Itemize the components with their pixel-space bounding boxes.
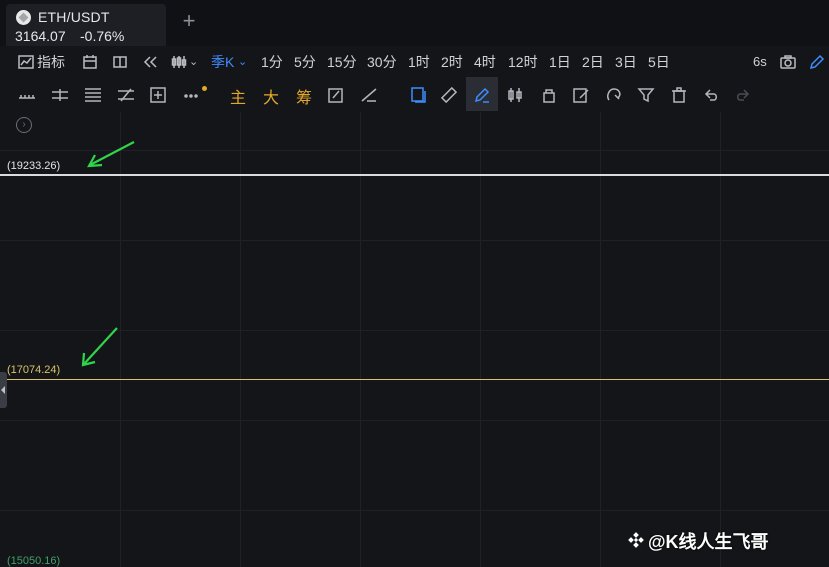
candlestick-type-icon[interactable] <box>170 53 188 71</box>
edit-box-icon[interactable] <box>327 86 345 104</box>
copy-drawing-icon[interactable] <box>409 86 427 104</box>
redo-icon[interactable] <box>734 86 752 104</box>
interval-chevron-down-icon[interactable]: ⌄ <box>238 46 247 78</box>
interval-1d[interactable]: 1日 <box>549 46 571 78</box>
filter-icon[interactable] <box>637 86 655 104</box>
interval-4h[interactable]: 4时 <box>474 46 496 78</box>
notification-dot <box>202 86 207 91</box>
pencil-draw-icon[interactable] <box>808 53 826 71</box>
binance-square-logo-icon <box>628 532 644 548</box>
trash-icon[interactable] <box>670 86 688 104</box>
interval-2d[interactable]: 2日 <box>582 46 604 78</box>
tab-change: -0.76% <box>80 28 125 44</box>
watermark-text: @K线人生飞哥 <box>648 532 769 552</box>
measure-lines-icon[interactable] <box>117 86 135 104</box>
tab-price: 3164.07 <box>15 28 66 44</box>
candlestick-tool-icon[interactable] <box>506 86 524 104</box>
magnet-icon[interactable] <box>605 86 623 104</box>
interval-2h[interactable]: 2时 <box>441 46 463 78</box>
tab-eth-usdt[interactable]: ETH/USDT 3164.07 -0.76% <box>6 4 166 46</box>
layout-split-icon[interactable] <box>111 53 129 71</box>
horizontal-ruler-icon[interactable] <box>18 86 36 104</box>
magic-pen-icon[interactable] <box>473 86 491 104</box>
camera-icon[interactable] <box>779 53 797 71</box>
indicator-chart-icon[interactable] <box>17 53 35 71</box>
annotation-arrow-icon <box>87 141 135 168</box>
indicator-button[interactable]: 指标 <box>37 46 65 78</box>
undo-icon[interactable] <box>702 86 720 104</box>
fib-lines-icon[interactable] <box>84 86 102 104</box>
interval-3d[interactable]: 3日 <box>615 46 637 78</box>
price-level-line-high[interactable] <box>0 174 829 176</box>
ruler-icon[interactable] <box>440 86 458 104</box>
interval-1h[interactable]: 1时 <box>408 46 430 78</box>
parallel-lines-icon[interactable] <box>51 86 69 104</box>
interval-1m[interactable]: 1分 <box>261 46 283 78</box>
chevron-right-circle-icon[interactable]: › <box>16 117 32 133</box>
interval-active-button[interactable]: 季K <box>211 46 234 78</box>
add-tab-icon[interactable]: + <box>178 10 200 32</box>
rewind-icon[interactable] <box>141 53 159 71</box>
more-tools-icon[interactable] <box>182 86 200 104</box>
tool-big[interactable]: 大 <box>263 84 279 108</box>
tab-pair-label: ETH/USDT <box>38 9 110 25</box>
interval-30m[interactable]: 30分 <box>367 46 397 78</box>
interval-12h[interactable]: 12时 <box>508 46 538 78</box>
calendar-icon[interactable] <box>81 53 99 71</box>
chart-type-chevron-icon[interactable]: ⌄ <box>189 46 198 78</box>
binance-coin-icon <box>16 10 31 25</box>
trend-line-icon[interactable] <box>360 86 378 104</box>
interval-toolbar: 指标 ⌄ 季K ⌄ 1分 5分 15分 30分 1时 2时 4时 12时 1日 … <box>0 46 829 78</box>
chart-area[interactable] <box>0 112 829 567</box>
price-level-label-high: (19233.26) <box>7 160 61 172</box>
annotation-arrow-icon <box>81 327 118 367</box>
interval-5m[interactable]: 5分 <box>294 46 316 78</box>
tool-main[interactable]: 主 <box>230 84 246 108</box>
interval-15m[interactable]: 15分 <box>327 46 357 78</box>
price-level-label-low: (15050.16) <box>7 555 61 567</box>
tool-chips[interactable]: 筹 <box>296 84 312 108</box>
tab-bar: ETH/USDT 3164.07 -0.76% + <box>0 0 829 46</box>
price-level-label-mid: (17074.24) <box>7 364 61 376</box>
crosshair-box-icon[interactable] <box>149 86 167 104</box>
refresh-interval-label[interactable]: 6s <box>753 46 767 78</box>
drawing-toolbar: 主 大 筹 <box>0 80 829 110</box>
note-edit-icon[interactable] <box>572 86 590 104</box>
panel-collapse-handle[interactable] <box>0 372 7 408</box>
lock-icon[interactable] <box>540 86 558 104</box>
price-level-line-mid[interactable] <box>0 379 829 380</box>
interval-5d[interactable]: 5日 <box>648 46 670 78</box>
